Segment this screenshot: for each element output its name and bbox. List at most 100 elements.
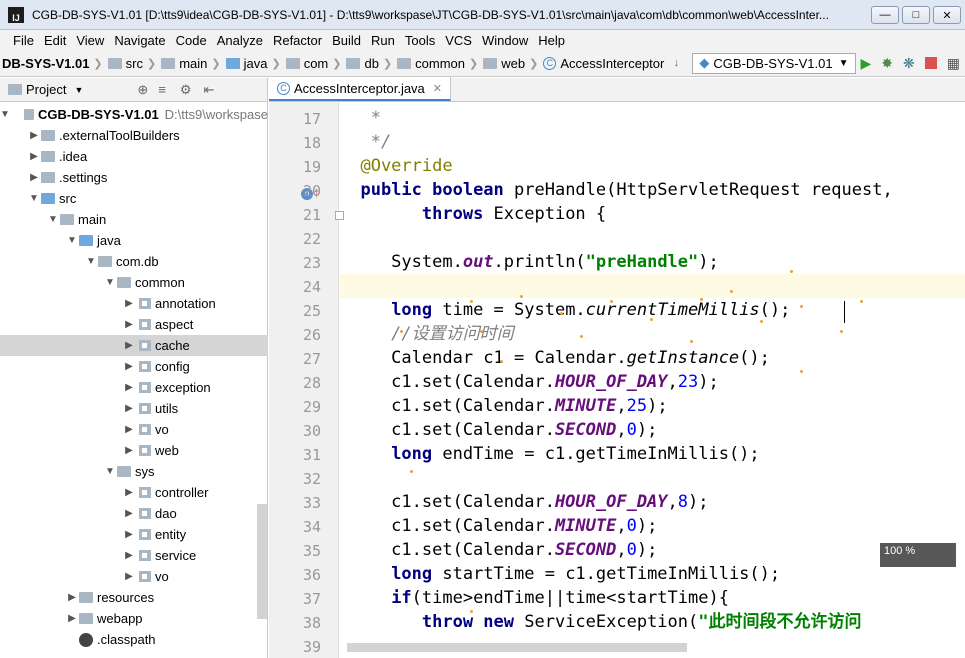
menu-item-edit[interactable]: Edit [39, 33, 71, 48]
menu-item-run[interactable]: Run [366, 33, 400, 48]
chevron-right-icon[interactable]: ▶ [122, 382, 136, 393]
code-line[interactable] [340, 466, 965, 490]
hide-panel-icon[interactable]: ⇤ [204, 82, 215, 98]
tree-item[interactable]: ▶ config [0, 356, 268, 377]
breadcrumb-item[interactable]: main [159, 56, 209, 71]
chevron-right-icon[interactable]: ▶ [122, 487, 136, 498]
project-structure-icon[interactable]: ▦ [947, 55, 960, 71]
chevron-right-icon[interactable]: ▶ [65, 613, 79, 624]
tree-item[interactable]: ▶ .externalToolBuilders [0, 125, 268, 146]
chevron-right-icon[interactable]: ▶ [122, 298, 136, 309]
project-panel-title[interactable]: Project [26, 82, 66, 97]
code-area[interactable]: * */ @Override public boolean preHandle(… [340, 102, 965, 658]
tree-item[interactable]: ▶ vo [0, 566, 268, 587]
run-configuration-select[interactable]: ◆ CGB-DB-SYS-V1.01 ▼ [692, 52, 856, 74]
chevron-right-icon[interactable]: ▶ [27, 130, 41, 141]
maximize-button[interactable]: □ [902, 6, 930, 24]
menu-item-build[interactable]: Build [327, 33, 366, 48]
debug-icon[interactable]: ✸ [881, 55, 893, 71]
breadcrumb-item[interactable]: com [284, 56, 331, 71]
tree-item[interactable]: ▼ java [0, 230, 268, 251]
chevron-right-icon[interactable]: ▶ [27, 151, 41, 162]
chevron-down-icon[interactable]: ▼ [103, 277, 117, 288]
breadcrumb-item[interactable]: C AccessInterceptor [541, 56, 666, 71]
menu-item-refactor[interactable]: Refactor [268, 33, 327, 48]
chevron-down-icon[interactable]: ▼ [84, 256, 98, 267]
menu-item-window[interactable]: Window [477, 33, 533, 48]
tree-item[interactable]: ▶ service [0, 545, 268, 566]
locate-icon[interactable]: ⊕ [137, 82, 148, 98]
run-icon[interactable]: ▶ [861, 55, 872, 71]
collapse-icon[interactable]: ≡ [158, 82, 166, 97]
code-line[interactable]: c1.set(Calendar.SECOND,0); [340, 418, 965, 442]
menu-item-help[interactable]: Help [533, 33, 570, 48]
menu-item-navigate[interactable]: Navigate [109, 33, 170, 48]
chevron-right-icon[interactable]: ▶ [122, 529, 136, 540]
coverage-icon[interactable]: ❋ [903, 55, 915, 71]
chevron-right-icon[interactable]: ▶ [122, 319, 136, 330]
menu-item-tools[interactable]: Tools [400, 33, 440, 48]
code-line[interactable]: @Override [340, 154, 965, 178]
chevron-down-icon[interactable]: ▼ [27, 193, 41, 204]
tree-item[interactable]: ▶ cache [0, 335, 268, 356]
tree-item[interactable]: ▶ .idea [0, 146, 268, 167]
breadcrumb-item[interactable]: DB-SYS-V1.01 [0, 56, 91, 71]
code-line[interactable]: long startTime = c1.getTimeInMillis(); [340, 562, 965, 586]
chevron-right-icon[interactable]: ▶ [122, 361, 136, 372]
code-line[interactable] [340, 226, 965, 250]
code-line[interactable]: c1.set(Calendar.HOUR_OF_DAY,8); [340, 490, 965, 514]
breadcrumb-item[interactable]: common [395, 56, 467, 71]
code-line[interactable]: c1.set(Calendar.MINUTE,25); [340, 394, 965, 418]
code-line[interactable]: //设置访问时间 [340, 322, 965, 346]
menu-item-code[interactable]: Code [171, 33, 212, 48]
tree-item[interactable]: ▶ .settings [0, 167, 268, 188]
sort-icon[interactable]: ↓ [671, 55, 681, 71]
chevron-right-icon[interactable]: ▶ [122, 403, 136, 414]
code-line[interactable]: long endTime = c1.getTimeInMillis(); [340, 442, 965, 466]
code-line[interactable]: c1.set(Calendar.MINUTE,0); [340, 514, 965, 538]
chevron-down-icon[interactable]: ▼ [65, 235, 79, 246]
code-line[interactable] [340, 274, 965, 298]
chevron-right-icon[interactable]: ▶ [65, 592, 79, 603]
tree-item[interactable]: ▼ sys [0, 461, 268, 482]
breadcrumb-item[interactable]: web [481, 56, 527, 71]
chevron-down-icon[interactable]: ▼ [74, 85, 83, 95]
menu-item-vcs[interactable]: VCS [440, 33, 477, 48]
code-line[interactable]: throws Exception { [340, 202, 965, 226]
tree-item[interactable]: ▶ entity [0, 524, 268, 545]
tree-item[interactable]: ▶ exception [0, 377, 268, 398]
sidebar-scrollbar[interactable] [257, 504, 267, 619]
code-line[interactable]: c1.set(Calendar.SECOND,0); [340, 538, 965, 562]
tree-item[interactable]: ▼ common [0, 272, 268, 293]
tree-item[interactable]: ▶ resources [0, 587, 268, 608]
tree-item[interactable]: ▶ dao [0, 503, 268, 524]
tree-item[interactable]: ▶ vo [0, 419, 268, 440]
tree-item[interactable]: ▶ utils [0, 398, 268, 419]
tree-item[interactable]: ▶ controller [0, 482, 268, 503]
chevron-right-icon[interactable]: ▶ [122, 445, 136, 456]
gear-icon[interactable]: ⚙ [180, 82, 192, 98]
chevron-down-icon[interactable]: ▼ [103, 466, 117, 477]
chevron-right-icon[interactable]: ▶ [122, 424, 136, 435]
chevron-right-icon[interactable]: ▶ [122, 508, 136, 519]
menu-item-view[interactable]: View [71, 33, 109, 48]
editor-horizontal-scrollbar[interactable] [347, 643, 687, 652]
close-button[interactable]: ✕ [933, 6, 961, 24]
code-line[interactable]: Calendar c1 = Calendar.getInstance(); [340, 346, 965, 370]
tree-item[interactable]: ▼ com.db [0, 251, 268, 272]
code-line[interactable]: System.out.println("preHandle"); [340, 250, 965, 274]
chevron-down-icon[interactable]: ▼ [46, 214, 60, 225]
code-line[interactable]: * [340, 106, 965, 130]
code-line[interactable]: public boolean preHandle(HttpServletRequ… [340, 178, 965, 202]
tree-item[interactable]: .classpath [0, 629, 268, 650]
breadcrumb-item[interactable]: db [344, 56, 380, 71]
menu-item-file[interactable]: File [8, 33, 39, 48]
tree-item[interactable]: ▼ main [0, 209, 268, 230]
chevron-right-icon[interactable]: ▶ [122, 571, 136, 582]
chevron-right-icon[interactable]: ▶ [27, 172, 41, 183]
tree-item[interactable]: ▶ webapp [0, 608, 268, 629]
tree-root[interactable]: ▼ CGB-DB-SYS-V1.01 D:\tts9\workspase [0, 104, 268, 125]
code-line[interactable]: throw new ServiceException("此时间段不允许访问 [340, 610, 965, 634]
chevron-down-icon[interactable]: ▼ [0, 109, 10, 120]
tree-item[interactable]: ▶ web [0, 440, 268, 461]
